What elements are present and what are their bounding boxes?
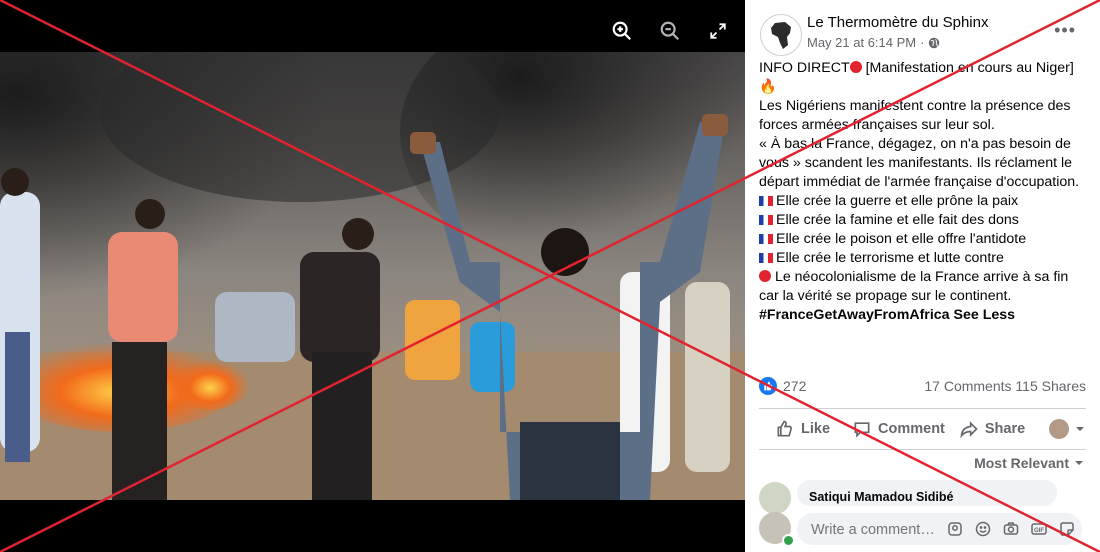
- more-options-icon[interactable]: •••: [1054, 20, 1076, 41]
- france-flag-icon: [759, 196, 773, 206]
- post-line-7: Elle crée le terrorisme et lutte contre: [759, 249, 1089, 268]
- red-circle-icon: [849, 61, 862, 73]
- gif-icon[interactable]: GIF: [1030, 520, 1048, 538]
- sticker-icon[interactable]: [1058, 520, 1076, 538]
- reaction-summary[interactable]: 272: [759, 377, 806, 395]
- engagement-counts: 17 Comments 115 Shares: [924, 378, 1086, 394]
- online-status-indicator: [782, 534, 795, 547]
- post-line-2: Les Nigériens manifestent contre la prés…: [759, 98, 1071, 133]
- france-flag-icon: [759, 253, 773, 263]
- see-less-link[interactable]: See Less: [954, 307, 1016, 323]
- like-button[interactable]: Like: [775, 419, 830, 439]
- audience-selector[interactable]: [1049, 419, 1085, 439]
- caret-down-icon: [1076, 427, 1085, 431]
- viewer-toolbar: [609, 18, 731, 44]
- protest-photo: [0, 52, 745, 500]
- emoji-icon[interactable]: [974, 520, 992, 538]
- thumbs-up-icon: [777, 420, 792, 437]
- share-arrow-icon: [960, 421, 978, 439]
- comment-bubble-icon: [854, 422, 870, 438]
- post-panel: Le Thermomètre du Sphinx May 21 at 6:14 …: [745, 0, 1100, 552]
- composer-tools: GIF: [946, 520, 1076, 538]
- post-timestamp[interactable]: May 21 at 6:14 PM: [807, 35, 916, 50]
- fullscreen-icon[interactable]: [705, 18, 731, 44]
- share-button[interactable]: Share: [959, 419, 1025, 439]
- action-bar: Like Comment Share: [759, 411, 1086, 447]
- svg-text:GIF: GIF: [1034, 528, 1044, 534]
- post-line-6: Elle crée le poison et elle offre l'anti…: [759, 230, 1089, 249]
- france-flag-icon: [759, 215, 773, 225]
- divider: [759, 449, 1086, 450]
- post-meta: May 21 at 6:14 PM ·: [807, 35, 940, 50]
- avatar-sticker-icon[interactable]: [946, 520, 964, 538]
- share-count[interactable]: 115 Shares: [1015, 378, 1086, 394]
- profile-avatar-icon: [1049, 419, 1070, 439]
- post-line-5: Elle crée la famine et elle fait des don…: [759, 211, 1089, 230]
- post-line-1: INFO DIRECT [Manifestation en cours au N…: [759, 60, 1074, 95]
- comment-button[interactable]: Comment: [852, 419, 945, 439]
- zoom-out-icon[interactable]: [657, 18, 683, 44]
- comment-input[interactable]: [809, 513, 943, 547]
- zoom-in-icon[interactable]: [609, 18, 635, 44]
- comment-count[interactable]: 17 Comments: [924, 378, 1011, 394]
- comment-sort-dropdown[interactable]: Most Relevant: [974, 455, 1084, 471]
- caret-down-icon: [1075, 461, 1083, 465]
- africa-map-icon: [771, 22, 791, 49]
- page-avatar[interactable]: [760, 14, 802, 56]
- like-reaction-icon: [759, 377, 777, 395]
- globe-icon: [929, 37, 940, 48]
- comment-composer: GIF: [797, 513, 1082, 547]
- fire-icon: 🔥: [759, 79, 777, 95]
- post-line-4: Elle crée la guerre et elle prône la pai…: [759, 192, 1089, 211]
- france-flag-icon: [759, 234, 773, 244]
- post-line-8: Le néocolonialisme de la France arrive à…: [759, 269, 1069, 304]
- commenter-name[interactable]: Satiqui Mamadou Sidibé: [809, 490, 953, 504]
- camera-icon[interactable]: [1002, 520, 1020, 538]
- photo-viewer: [0, 0, 745, 552]
- red-circle-icon: [759, 270, 771, 282]
- post-text: INFO DIRECT [Manifestation en cours au N…: [759, 59, 1089, 325]
- post-line-9: #FranceGetAwayFromAfrica See Less: [759, 306, 1089, 325]
- divider: [759, 408, 1086, 409]
- commenter-avatar[interactable]: [759, 482, 791, 514]
- hashtag-link[interactable]: #FranceGetAwayFromAfrica: [759, 307, 950, 323]
- reaction-count: 272: [783, 378, 807, 394]
- post-line-3: « À bas la France, dégagez, on n'a pas b…: [759, 136, 1080, 190]
- page-name[interactable]: Le Thermomètre du Sphinx: [807, 14, 989, 31]
